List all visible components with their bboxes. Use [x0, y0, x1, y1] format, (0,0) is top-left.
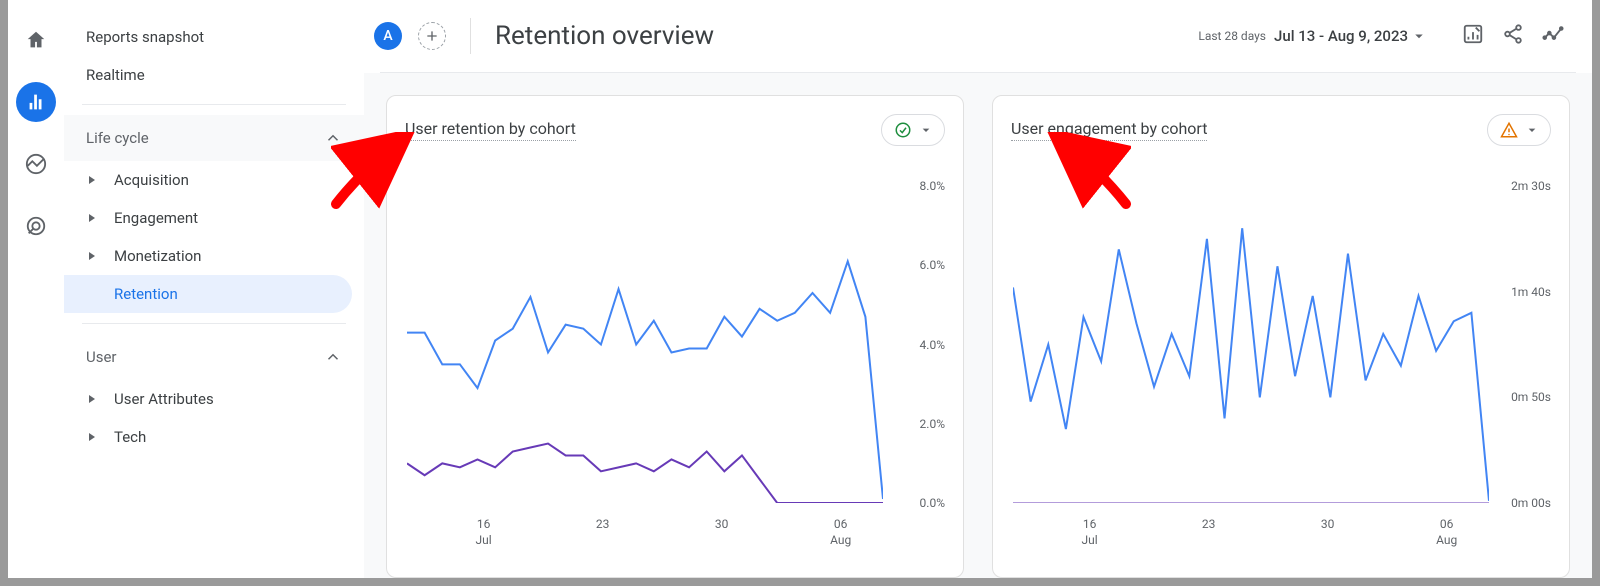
divider [82, 323, 346, 324]
divider [82, 104, 346, 105]
topbar: A Retention overview Last 28 days Jul 13… [364, 0, 1592, 72]
sidebar-item-acquisition[interactable]: Acquisition [64, 161, 364, 199]
home-icon[interactable] [16, 20, 56, 60]
sidebar-item-label: User Attributes [114, 390, 214, 408]
sidebar-item-label: Monetization [114, 247, 201, 265]
sidebar-item-label: Tech [114, 428, 146, 446]
page-title: Retention overview [495, 21, 714, 51]
card-title: User engagement by cohort [1011, 119, 1207, 141]
chevron-up-icon [324, 129, 342, 147]
sidebar-item-monetization[interactable]: Monetization [64, 237, 364, 275]
card-status-button[interactable] [881, 114, 945, 146]
share-icon[interactable] [1502, 23, 1524, 49]
plus-icon [424, 28, 440, 44]
caret-right-icon [86, 252, 98, 260]
sidebar-item-label: Engagement [114, 209, 198, 227]
card-title: User retention by cohort [405, 119, 576, 141]
explore-icon[interactable] [16, 144, 56, 184]
date-range-picker[interactable]: Last 28 days Jul 13 - Aug 9, 2023 [1198, 27, 1428, 45]
sidebar-group-user[interactable]: User [64, 334, 364, 380]
date-range-label: Last 28 days [1198, 29, 1266, 43]
card-user-retention: User retention by cohort 8.0%6.0%4.0%2.0… [386, 95, 964, 578]
sidebar-item-engagement[interactable]: Engagement [64, 199, 364, 237]
main: A Retention overview Last 28 days Jul 13… [364, 0, 1592, 578]
insights-icon[interactable] [1542, 23, 1564, 49]
caret-right-icon [86, 176, 98, 184]
date-range-value: Jul 13 - Aug 9, 2023 [1268, 27, 1408, 45]
advertising-icon[interactable] [16, 206, 56, 246]
sidebar-group-lifecycle[interactable]: Life cycle [64, 115, 364, 161]
sidebar-item-retention[interactable]: Retention [64, 275, 352, 313]
warning-triangle-icon [1500, 121, 1518, 139]
caret-down-icon [918, 122, 934, 138]
sidebar-item-user-attributes[interactable]: User Attributes [64, 380, 364, 418]
card-user-engagement: User engagement by cohort 2m 30s1m 40s0m… [992, 95, 1570, 578]
sidebar-group-label: User [86, 348, 117, 366]
sidebar-item-snapshot[interactable]: Reports snapshot [64, 18, 364, 56]
sidebar-item-label: Retention [114, 285, 178, 303]
nav-rail [8, 0, 64, 578]
sidebar-item-label: Acquisition [114, 171, 189, 189]
caret-right-icon [86, 433, 98, 441]
caret-down-icon [1410, 27, 1428, 45]
sidebar: Reports snapshot Realtime Life cycle Acq… [64, 0, 364, 578]
chevron-up-icon [324, 348, 342, 366]
sidebar-group-label: Life cycle [86, 129, 149, 147]
chart-retention: 8.0%6.0%4.0%2.0%0.0% 16Jul233006Aug [405, 156, 945, 563]
sidebar-item-realtime[interactable]: Realtime [64, 56, 364, 94]
caret-down-icon [1524, 122, 1540, 138]
sidebar-item-tech[interactable]: Tech [64, 418, 364, 456]
chart-engagement: 2m 30s1m 40s0m 50s0m 00s 16Jul233006Aug [1011, 156, 1551, 563]
reports-icon[interactable] [16, 82, 56, 122]
card-status-button[interactable] [1487, 114, 1551, 146]
caret-right-icon [86, 395, 98, 403]
divider [470, 18, 471, 54]
account-badge[interactable]: A [374, 22, 402, 50]
add-comparison-button[interactable] [418, 22, 446, 50]
check-circle-icon [894, 121, 912, 139]
caret-right-icon [86, 214, 98, 222]
customize-report-icon[interactable] [1462, 23, 1484, 49]
